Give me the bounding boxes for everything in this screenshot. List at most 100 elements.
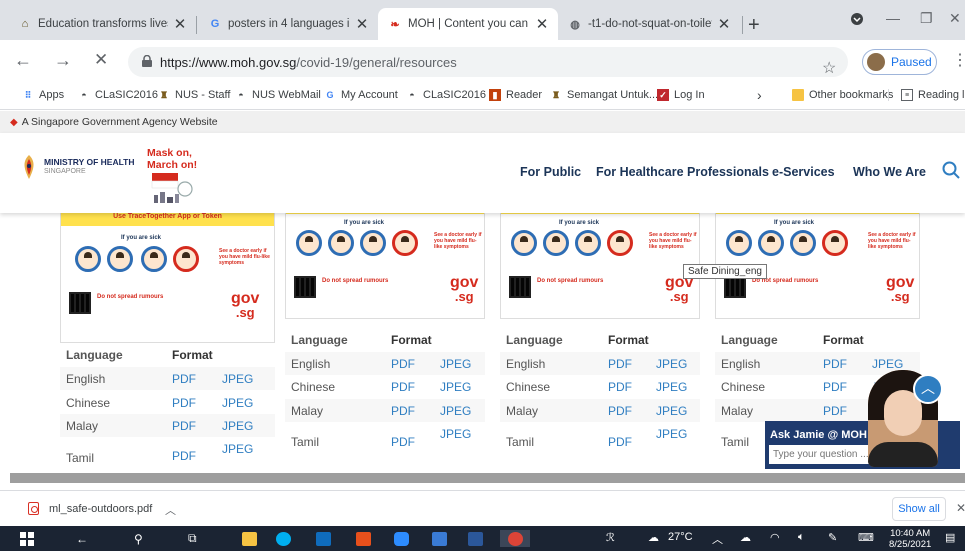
bookmark-apps[interactable]: ⠿ Apps: [22, 89, 64, 101]
download-item[interactable]: ml_safe-outdoors.pdf: [28, 502, 152, 515]
stop-loading-icon[interactable]: ✕: [94, 50, 108, 70]
skype-icon[interactable]: [276, 530, 291, 547]
more-bookmarks-chevron-icon[interactable]: ›: [757, 87, 762, 103]
bookmark-my-account[interactable]: G My Account: [324, 89, 397, 101]
bookmark-reader[interactable]: ▮ Reader: [489, 89, 542, 101]
file-explorer-icon[interactable]: [242, 530, 257, 547]
pdf-link[interactable]: PDF: [391, 380, 415, 394]
chrome-icon[interactable]: [500, 530, 530, 547]
menu-kebab-icon[interactable]: ⋮: [952, 50, 965, 70]
address-bar[interactable]: https://www.moh.gov.sg/covid-19/general/…: [128, 47, 848, 77]
tray-chevron-icon[interactable]: ︿: [712, 531, 723, 547]
bookmark-nus-staff[interactable]: ♜ NUS - Staff: [158, 89, 230, 101]
nav-for-public[interactable]: For Public: [520, 165, 581, 179]
pdf-link[interactable]: PDF: [172, 449, 196, 463]
jpeg-link[interactable]: JPEG: [656, 380, 687, 394]
jpeg-link[interactable]: JPEG: [656, 427, 687, 441]
close-icon[interactable]: ✕: [534, 15, 550, 33]
keyboard-icon[interactable]: ⌨: [858, 531, 874, 544]
tab-google-search[interactable]: G posters in 4 languages in singa ✕: [198, 8, 378, 40]
close-icon[interactable]: ✕: [354, 15, 370, 33]
volume-icon[interactable]: 🔈︎: [798, 531, 805, 544]
pdf-link[interactable]: PDF: [172, 372, 196, 386]
pdf-link[interactable]: PDF: [608, 380, 632, 394]
notifications-icon[interactable]: ▤: [945, 531, 955, 544]
pdf-link[interactable]: PDF: [823, 380, 847, 394]
pdf-link[interactable]: PDF: [172, 396, 196, 410]
jpeg-link[interactable]: JPEG: [222, 396, 253, 410]
pdf-link[interactable]: PDF: [391, 404, 415, 418]
restore-icon[interactable]: ❐: [920, 10, 933, 27]
jpeg-link[interactable]: JPEG: [222, 372, 253, 386]
bookmark-star-icon[interactable]: ☆: [822, 58, 836, 78]
pdf-link[interactable]: PDF: [391, 435, 415, 449]
windows-start-icon[interactable]: [20, 530, 34, 547]
window-close-icon[interactable]: ✕: [949, 10, 961, 27]
nav-who-we-are[interactable]: Who We Are: [853, 165, 926, 179]
pdf-link[interactable]: PDF: [172, 419, 196, 433]
tab-search-icon[interactable]: [850, 12, 864, 29]
taskbar-clock[interactable]: 10:40 AM 8/25/2021: [889, 528, 931, 550]
nav-for-healthcare-professionals[interactable]: For Healthcare Professionals: [596, 165, 769, 179]
scroll-to-top-chevron-icon[interactable]: ︿: [913, 374, 943, 404]
download-options-chevron-icon[interactable]: ︿: [165, 502, 176, 518]
jpeg-link[interactable]: JPEG: [440, 357, 471, 371]
bookmark-clasic2016-2[interactable]: ◓ CLaSIC2016: [406, 89, 486, 101]
cloud-sync-icon[interactable]: ☁: [740, 531, 751, 544]
url-text[interactable]: https://www.moh.gov.sg/covid-19/general/…: [160, 55, 457, 70]
back-arrow-icon[interactable]: ←: [76, 530, 88, 547]
close-icon[interactable]: ✕: [172, 15, 188, 33]
people-icon[interactable]: ℛ: [606, 531, 615, 544]
pdf-link[interactable]: PDF: [823, 404, 847, 418]
pdf-link[interactable]: PDF: [823, 357, 847, 371]
tab-divider: [196, 16, 197, 34]
weather-temperature[interactable]: 27°C: [668, 531, 693, 543]
bookmark-reading-list[interactable]: ≡Reading list: [888, 89, 965, 101]
poster-thumbnail[interactable]: Use TraceTogether App or Token If you ar…: [60, 213, 275, 343]
tab-squat-poster[interactable]: ◍ -t1-do-not-squat-on-toilet-bo ✕: [558, 8, 740, 40]
office-icon[interactable]: [356, 530, 371, 547]
jpeg-link[interactable]: JPEG: [656, 357, 687, 371]
profile-button[interactable]: Paused: [862, 49, 937, 75]
photos-icon[interactable]: [432, 530, 447, 547]
pen-icon[interactable]: ✎: [828, 531, 837, 544]
jpeg-link[interactable]: JPEG: [656, 404, 687, 418]
pdf-link[interactable]: PDF: [608, 435, 632, 449]
zoom-icon[interactable]: [394, 530, 409, 547]
jpeg-link[interactable]: JPEG: [440, 380, 471, 394]
bookmark-other[interactable]: Other bookmarks: [792, 89, 893, 101]
bookmark-semangat[interactable]: ♜ Semangat Untuk...: [550, 89, 658, 101]
minimize-icon[interactable]: —: [886, 10, 900, 26]
bookmark-clasic2016[interactable]: ◓ CLaSIC2016: [78, 89, 158, 101]
outlook-icon[interactable]: [316, 530, 331, 547]
horizontal-scrollbar[interactable]: [10, 473, 965, 483]
pdf-link[interactable]: PDF: [608, 357, 632, 371]
jpeg-link[interactable]: JPEG: [222, 442, 253, 456]
back-arrow-icon[interactable]: ←: [14, 50, 32, 71]
search-icon[interactable]: ⚲: [134, 530, 143, 547]
wifi-icon[interactable]: ◠: [770, 531, 780, 544]
word-icon[interactable]: [468, 530, 483, 547]
pdf-link[interactable]: PDF: [608, 404, 632, 418]
jpeg-link[interactable]: JPEG: [440, 404, 471, 418]
jpeg-link[interactable]: JPEG: [872, 357, 903, 371]
jpeg-link[interactable]: JPEG: [222, 419, 253, 433]
task-view-icon[interactable]: ⧉: [188, 530, 197, 547]
search-icon[interactable]: [942, 161, 960, 179]
tab-moh-content[interactable]: ❧ MOH | Content you can use ✕: [378, 8, 558, 40]
tab-education[interactable]: ⌂ Education transforms lives ✕: [8, 8, 196, 40]
bookmark-nus-webmail[interactable]: ◓ NUS WebMail: [235, 89, 321, 101]
show-all-button[interactable]: Show all: [892, 497, 946, 521]
nav-e-services[interactable]: e-Services: [772, 165, 835, 179]
bookmark-log-in[interactable]: ✓ Log In: [657, 89, 705, 101]
close-downloads-icon[interactable]: ✕: [956, 501, 965, 515]
moh-logo[interactable]: MINISTRY OF HEALTH SINGAPORE: [20, 155, 135, 179]
new-tab-plus-icon[interactable]: +: [748, 14, 760, 37]
close-icon[interactable]: ✕: [716, 15, 732, 33]
forward-arrow-icon[interactable]: →: [54, 50, 72, 71]
jpeg-link[interactable]: JPEG: [440, 427, 471, 441]
pdf-link[interactable]: PDF: [391, 357, 415, 371]
weather-icon[interactable]: ☁: [648, 531, 659, 544]
poster-thumbnail[interactable]: If you are sick See a doctor early if yo…: [285, 213, 485, 319]
poster-thumbnail[interactable]: If you are sick See a doctor early if yo…: [500, 213, 700, 319]
